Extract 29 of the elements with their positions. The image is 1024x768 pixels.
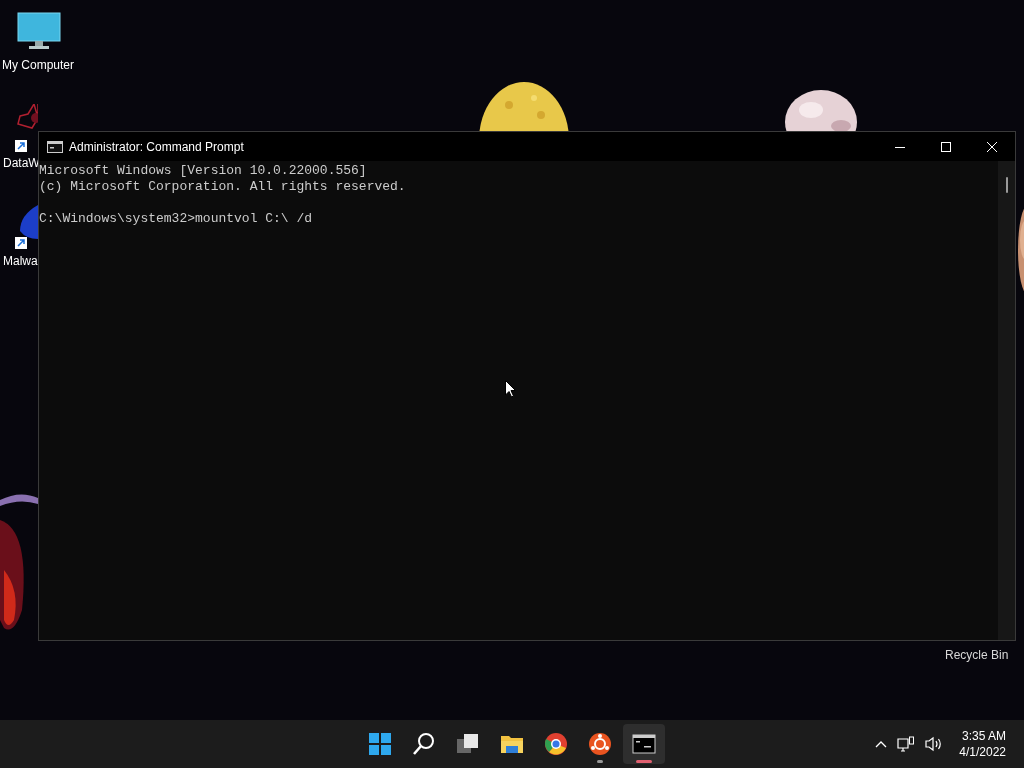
console-line: C:\Windows\system32>mountvol C:\ /d — [39, 211, 313, 227]
ring-icon — [588, 732, 612, 756]
terminal-icon — [47, 140, 63, 153]
close-icon — [987, 141, 997, 152]
recycle-bin-label: Recycle Bin — [945, 647, 1009, 664]
taskbar-button[interactable] — [623, 724, 665, 764]
star-icon[interactable] — [16, 104, 38, 130]
start-icon — [368, 732, 392, 756]
volume-icon[interactable] — [925, 736, 944, 752]
browser-icon — [544, 732, 568, 756]
scrollbar[interactable] — [998, 161, 1015, 640]
desktop-icon-label[interactable]: My Computer — [2, 58, 75, 72]
clock-date[interactable]: 4/1/2022 — [959, 744, 1006, 760]
desktop-icon-label[interactable]: DataW — [3, 156, 40, 170]
network-icon[interactable] — [897, 736, 916, 752]
monitor-icon[interactable] — [17, 12, 61, 50]
chevron-up-icon[interactable] — [875, 740, 888, 748]
running-indicator — [597, 760, 603, 763]
task-view-icon — [456, 732, 480, 756]
window-title: Administrator: Command Prompt — [69, 138, 244, 156]
console-line: (c) Microsoft Corporation. All rights reserved. — [39, 179, 406, 195]
clock-time[interactable]: 3:35 AM — [961, 728, 1006, 744]
search-icon — [412, 732, 436, 756]
maximize-icon — [941, 141, 951, 152]
desktop-icon-label[interactable]: Malwa — [3, 254, 38, 268]
running-indicator — [636, 760, 652, 763]
terminal-icon — [632, 732, 656, 756]
console-line: Microsoft Windows [Version 10.0.22000.556] — [39, 163, 367, 179]
mouse-pointer-icon — [505, 380, 516, 398]
